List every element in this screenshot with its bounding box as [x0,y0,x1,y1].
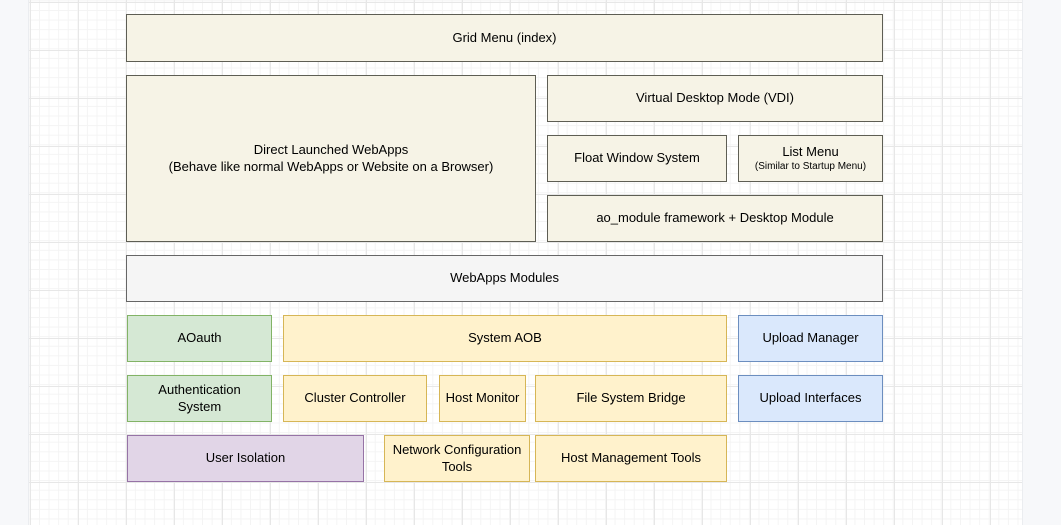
node-label: Network Configuration Tools [389,442,525,475]
node-list-menu[interactable]: List Menu (Similar to Startup Menu) [738,135,883,182]
left-panel-edge [0,0,29,525]
node-label: Cluster Controller [304,390,405,406]
node-float-window-system[interactable]: Float Window System [547,135,727,182]
node-label: Upload Interfaces [760,390,862,406]
node-webapps-modules[interactable]: WebApps Modules [126,255,883,302]
node-label: List Menu [782,144,838,160]
node-user-isolation[interactable]: User Isolation [127,435,364,482]
node-label: WebApps Modules [450,270,559,286]
node-label: Direct Launched WebApps [254,142,408,158]
node-label: System AOB [468,330,542,346]
node-aoauth[interactable]: AOauth [127,315,272,362]
diagram-canvas: Grid Menu (index) Direct Launched WebApp… [0,0,1061,525]
node-cluster-controller[interactable]: Cluster Controller [283,375,427,422]
node-label: ao_module framework + Desktop Module [596,210,833,226]
node-host-management-tools[interactable]: Host Management Tools [535,435,727,482]
node-label: Virtual Desktop Mode (VDI) [636,90,794,106]
node-upload-interfaces[interactable]: Upload Interfaces [738,375,883,422]
node-label: Authentication System [142,382,257,415]
node-label: File System Bridge [576,390,685,406]
node-label: Host Monitor [446,390,520,406]
node-file-system-bridge[interactable]: File System Bridge [535,375,727,422]
node-system-aob[interactable]: System AOB [283,315,727,362]
node-virtual-desktop-mode[interactable]: Virtual Desktop Mode (VDI) [547,75,883,122]
node-label: AOauth [177,330,221,346]
node-network-configuration-tools[interactable]: Network Configuration Tools [384,435,530,482]
right-panel-edge [1022,0,1061,525]
node-authentication-system[interactable]: Authentication System [127,375,272,422]
node-sublabel: (Similar to Startup Menu) [755,160,866,173]
node-label: Grid Menu (index) [452,30,556,46]
node-host-monitor[interactable]: Host Monitor [439,375,526,422]
node-direct-launched-webapps[interactable]: Direct Launched WebApps (Behave like nor… [126,75,536,242]
node-label: Upload Manager [762,330,858,346]
node-grid-menu[interactable]: Grid Menu (index) [126,14,883,62]
node-label: Host Management Tools [561,450,701,466]
node-upload-manager[interactable]: Upload Manager [738,315,883,362]
node-sublabel: (Behave like normal WebApps or Website o… [169,159,494,175]
node-label: Float Window System [574,150,700,166]
node-ao-module-framework[interactable]: ao_module framework + Desktop Module [547,195,883,242]
node-label: User Isolation [206,450,285,466]
